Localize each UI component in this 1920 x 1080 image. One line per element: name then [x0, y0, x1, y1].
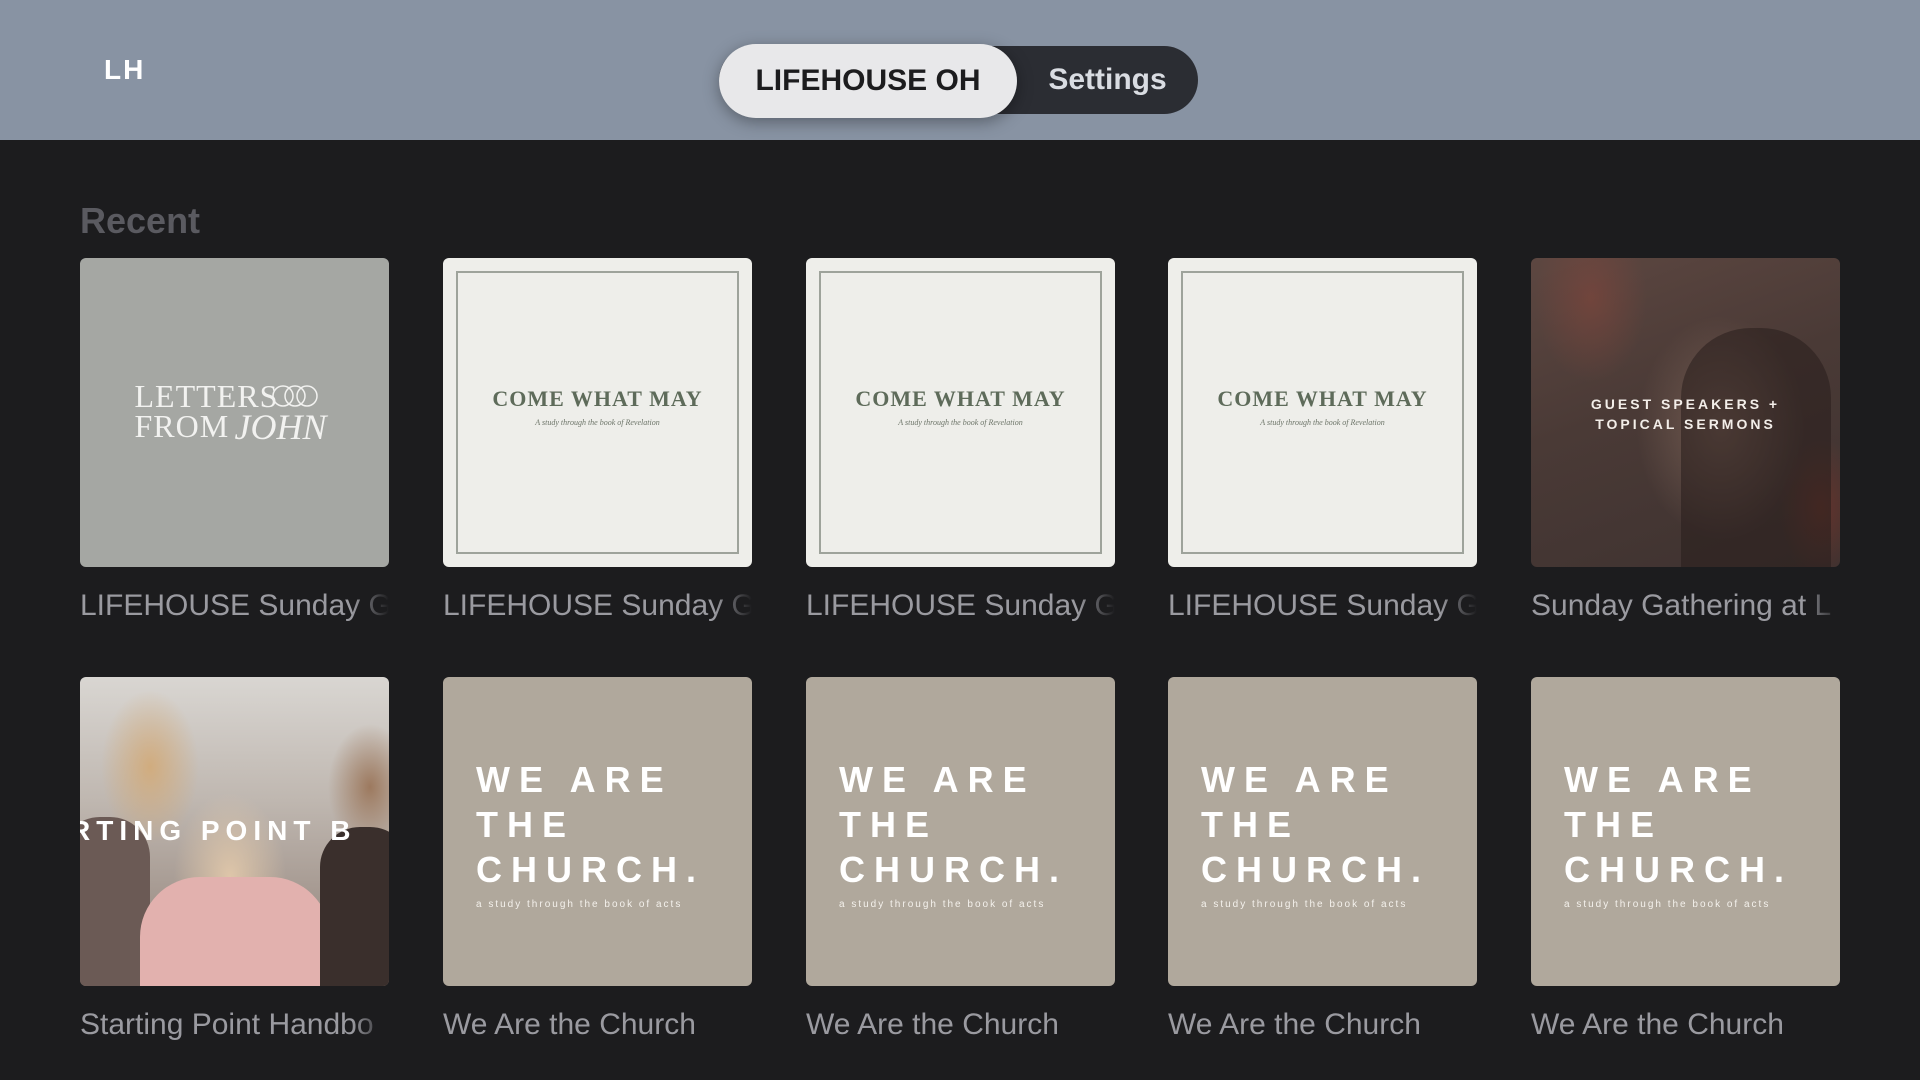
artwork-title: WE ARE THE CHURCH. — [1201, 757, 1430, 892]
letters-from-john-artwork[interactable]: LETTERS FROM JOHN — [80, 258, 389, 567]
artwork-title: COME WHAT MAY — [855, 386, 1066, 411]
artwork-title-line: WE ARE — [476, 759, 673, 800]
artwork-title: COME WHAT MAY — [492, 386, 703, 411]
media-card-title: LIFEHOUSE Sunday G — [80, 589, 389, 622]
photo-figure — [1681, 328, 1831, 567]
media-card[interactable]: LETTERS FROM JOHN LIFEHOUSE Sunday G — [80, 258, 389, 623]
tab-settings[interactable]: Settings — [1017, 46, 1198, 114]
starting-point-artwork[interactable]: RTING POINT B — [80, 677, 389, 986]
section-title-recent: Recent — [80, 200, 201, 241]
artwork-title-line: CHURCH. — [1564, 849, 1793, 890]
artwork-title-line: CHURCH. — [1201, 849, 1430, 890]
artwork-frame — [456, 271, 739, 554]
artwork-title-line: GUEST SPEAKERS + — [1590, 396, 1781, 412]
photo-figure — [140, 877, 330, 986]
come-what-may-artwork[interactable]: COME WHAT MAY A study through the book o… — [443, 258, 752, 567]
media-card-title: LIFEHOUSE Sunday G — [806, 589, 1115, 622]
artwork-title-line: THE — [1564, 804, 1663, 845]
media-card[interactable]: COME WHAT MAY A study through the book o… — [806, 258, 1115, 623]
media-card-title: We Are the Church — [443, 1008, 696, 1041]
media-card[interactable]: WE ARE THE CHURCH. a study through the b… — [1531, 677, 1840, 1042]
from-line: FROM — [134, 407, 230, 444]
media-card-title: Starting Point Handbo — [80, 1008, 374, 1041]
artwork-title: WE ARE THE CHURCH. — [839, 757, 1068, 892]
tab-bar: LIFEHOUSE OH Settings — [719, 44, 1198, 118]
artwork-title: COME WHAT MAY — [1217, 386, 1428, 411]
media-card[interactable]: WE ARE THE CHURCH. a study through the b… — [1168, 677, 1477, 1042]
we-are-the-church-artwork[interactable]: WE ARE THE CHURCH. a study through the b… — [1531, 677, 1840, 986]
artwork-subtitle: A study through the book of Revelation — [1260, 418, 1385, 427]
artwork-subtitle: A study through the book of Revelation — [535, 418, 660, 427]
media-card[interactable]: WE ARE THE CHURCH. a study through the b… — [443, 677, 752, 1042]
media-card-title: We Are the Church — [806, 1008, 1059, 1041]
media-card-title: LIFEHOUSE Sunday G — [1168, 589, 1477, 622]
top-bar: LH LIFEHOUSE OH Settings — [0, 0, 1920, 140]
artwork-subtitle: a study through the book of acts — [476, 899, 683, 910]
come-what-may-artwork[interactable]: COME WHAT MAY A study through the book o… — [1168, 258, 1477, 567]
we-are-the-church-artwork[interactable]: WE ARE THE CHURCH. a study through the b… — [1168, 677, 1477, 986]
artwork-title-line: WE ARE — [1564, 759, 1761, 800]
photo-figure — [320, 827, 389, 986]
app-logo: LH — [104, 54, 146, 85]
artwork-subtitle: a study through the book of acts — [1201, 899, 1408, 910]
media-card[interactable]: COME WHAT MAY A study through the book o… — [443, 258, 752, 623]
we-are-the-church-artwork[interactable]: WE ARE THE CHURCH. a study through the b… — [443, 677, 752, 986]
artwork-subtitle: A study through the book of Revelation — [898, 418, 1023, 427]
artwork-title-line: TOPICAL SERMONS — [1595, 416, 1776, 432]
artwork-frame — [819, 271, 1102, 554]
media-card[interactable]: GUEST SPEAKERS + TOPICAL SERMONS Sunday … — [1531, 258, 1840, 623]
artwork-title: WE ARE THE CHURCH. — [476, 757, 705, 892]
rings-icon — [271, 384, 318, 407]
artwork-title-line: THE — [476, 804, 575, 845]
we-are-the-church-artwork[interactable]: WE ARE THE CHURCH. a study through the b… — [806, 677, 1115, 986]
tab-lifehouse-oh[interactable]: LIFEHOUSE OH — [719, 44, 1017, 118]
artwork-title: WE ARE THE CHURCH. — [1564, 757, 1793, 892]
john-line: JOHN — [234, 406, 327, 447]
media-card-title: We Are the Church — [1531, 1008, 1784, 1041]
media-card-title: We Are the Church — [1168, 1008, 1421, 1041]
artwork-frame — [1181, 271, 1464, 554]
artwork-title-line: CHURCH. — [476, 849, 705, 890]
come-what-may-artwork[interactable]: COME WHAT MAY A study through the book o… — [806, 258, 1115, 567]
artwork-title: RTING POINT B — [80, 815, 357, 846]
artwork-title: GUEST SPEAKERS + TOPICAL SERMONS — [1531, 394, 1840, 434]
artwork-subtitle: a study through the book of acts — [839, 899, 1046, 910]
letters-from-john-title: LETTERS FROM JOHN — [135, 378, 335, 448]
guest-speakers-artwork[interactable]: GUEST SPEAKERS + TOPICAL SERMONS — [1531, 258, 1840, 567]
media-card-title: Sunday Gathering at L — [1531, 589, 1832, 622]
media-card-title: LIFEHOUSE Sunday G — [443, 589, 752, 622]
artwork-title-line: WE ARE — [839, 759, 1036, 800]
artwork-subtitle: a study through the book of acts — [1564, 899, 1771, 910]
media-card[interactable]: COME WHAT MAY A study through the book o… — [1168, 258, 1477, 623]
media-card[interactable]: RTING POINT B Starting Point Handbo — [80, 677, 389, 1042]
artwork-title-line: WE ARE — [1201, 759, 1398, 800]
artwork-title-line: CHURCH. — [839, 849, 1068, 890]
artwork-title-line: THE — [839, 804, 938, 845]
artwork-title-line: THE — [1201, 804, 1300, 845]
media-card[interactable]: WE ARE THE CHURCH. a study through the b… — [806, 677, 1115, 1042]
